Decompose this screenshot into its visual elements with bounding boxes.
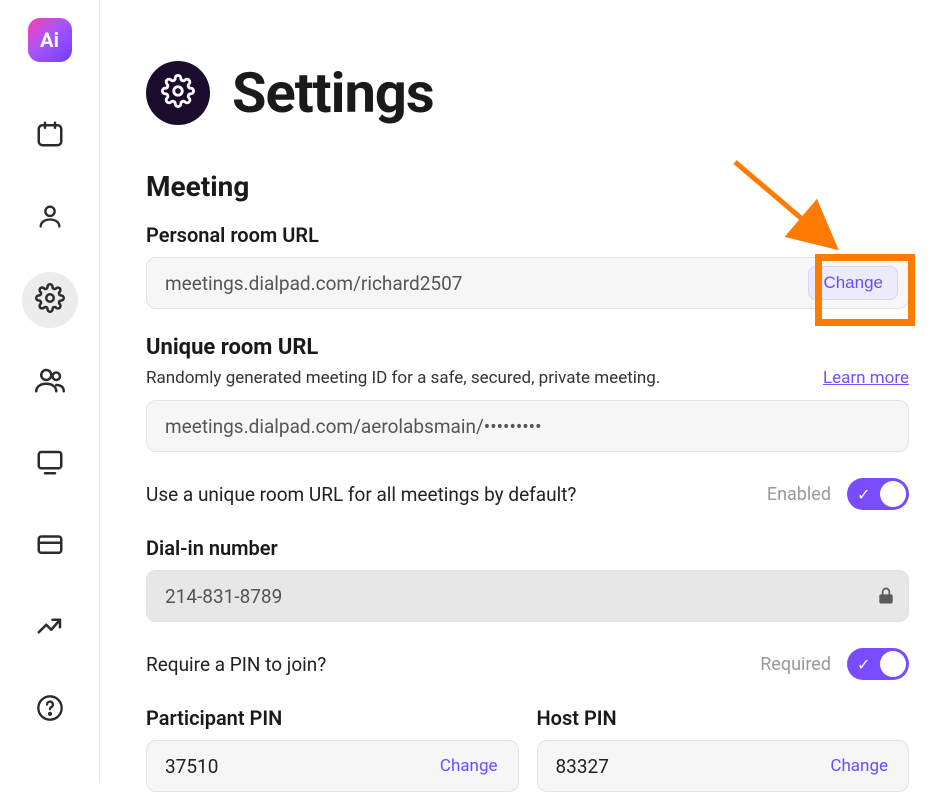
unique-room-label: Unique room URL: [146, 335, 909, 360]
dialin-label: Dial-in number: [146, 536, 909, 560]
page-title: Settings: [232, 60, 434, 126]
sidebar-item-analytics[interactable]: [22, 600, 78, 656]
lock-icon: [874, 586, 898, 606]
page-header-icon: [146, 61, 210, 125]
person-icon: [36, 202, 64, 234]
main-content: Settings Meeting Personal room URL meeti…: [100, 0, 939, 781]
people-icon: [35, 365, 65, 399]
sidebar-item-team[interactable]: [22, 354, 78, 410]
host-pin-change-button[interactable]: Change: [820, 756, 898, 776]
host-pin-label: Host PIN: [537, 706, 910, 730]
trend-icon: [35, 611, 65, 645]
app-logo-text: Ai: [40, 28, 59, 52]
sidebar-item-rooms[interactable]: [22, 436, 78, 492]
host-pin-value: 83327: [556, 755, 821, 778]
participant-pin-label: Participant PIN: [146, 706, 519, 730]
dialin-field: 214-831-8789: [146, 570, 909, 622]
sidebar-item-calendar[interactable]: [22, 108, 78, 164]
sidebar: Ai: [0, 0, 100, 781]
dialin-value: 214-831-8789: [165, 585, 874, 608]
personal-room-url-field[interactable]: meetings.dialpad.com/richard2507 Change: [146, 257, 909, 309]
sidebar-item-help[interactable]: [22, 682, 78, 738]
unique-default-question: Use a unique room URL for all meetings b…: [146, 483, 751, 506]
card-icon: [35, 529, 65, 563]
app-logo[interactable]: Ai: [28, 18, 72, 62]
sidebar-nav: [22, 108, 78, 738]
help-icon: [36, 694, 64, 726]
pin-require-question: Require a PIN to join?: [146, 653, 744, 676]
calendar-icon: [35, 119, 65, 153]
gear-icon: [35, 283, 65, 317]
participant-pin-change-button[interactable]: Change: [430, 756, 508, 776]
gear-icon: [161, 74, 195, 112]
sidebar-item-settings[interactable]: [22, 272, 78, 328]
personal-room-url-value: meetings.dialpad.com/richard2507: [165, 272, 808, 295]
unique-room-url-value: meetings.dialpad.com/aerolabsmain/••••••…: [165, 415, 898, 438]
host-pin-field[interactable]: 83327 Change: [537, 740, 910, 792]
section-title-meeting: Meeting: [146, 170, 909, 203]
toggle-knob: [880, 651, 906, 677]
participant-pin-value: 37510: [165, 755, 430, 778]
checkmark-icon: ✓: [857, 485, 870, 504]
unique-default-toggle[interactable]: ✓: [847, 478, 909, 510]
sidebar-item-billing[interactable]: [22, 518, 78, 574]
unique-default-state: Enabled: [767, 484, 831, 505]
pin-require-toggle[interactable]: ✓: [847, 648, 909, 680]
unique-room-url-field: meetings.dialpad.com/aerolabsmain/••••••…: [146, 400, 909, 452]
toggle-knob: [880, 481, 906, 507]
pin-require-state: Required: [760, 654, 831, 675]
checkmark-icon: ✓: [857, 655, 870, 674]
unique-room-helper: Randomly generated meeting ID for a safe…: [146, 368, 660, 388]
unique-room-learn-more-link[interactable]: Learn more: [823, 368, 909, 388]
monitor-icon: [35, 447, 65, 481]
personal-room-label: Personal room URL: [146, 223, 909, 247]
participant-pin-field[interactable]: 37510 Change: [146, 740, 519, 792]
personal-room-change-button[interactable]: Change: [808, 266, 898, 300]
sidebar-item-profile[interactable]: [22, 190, 78, 246]
